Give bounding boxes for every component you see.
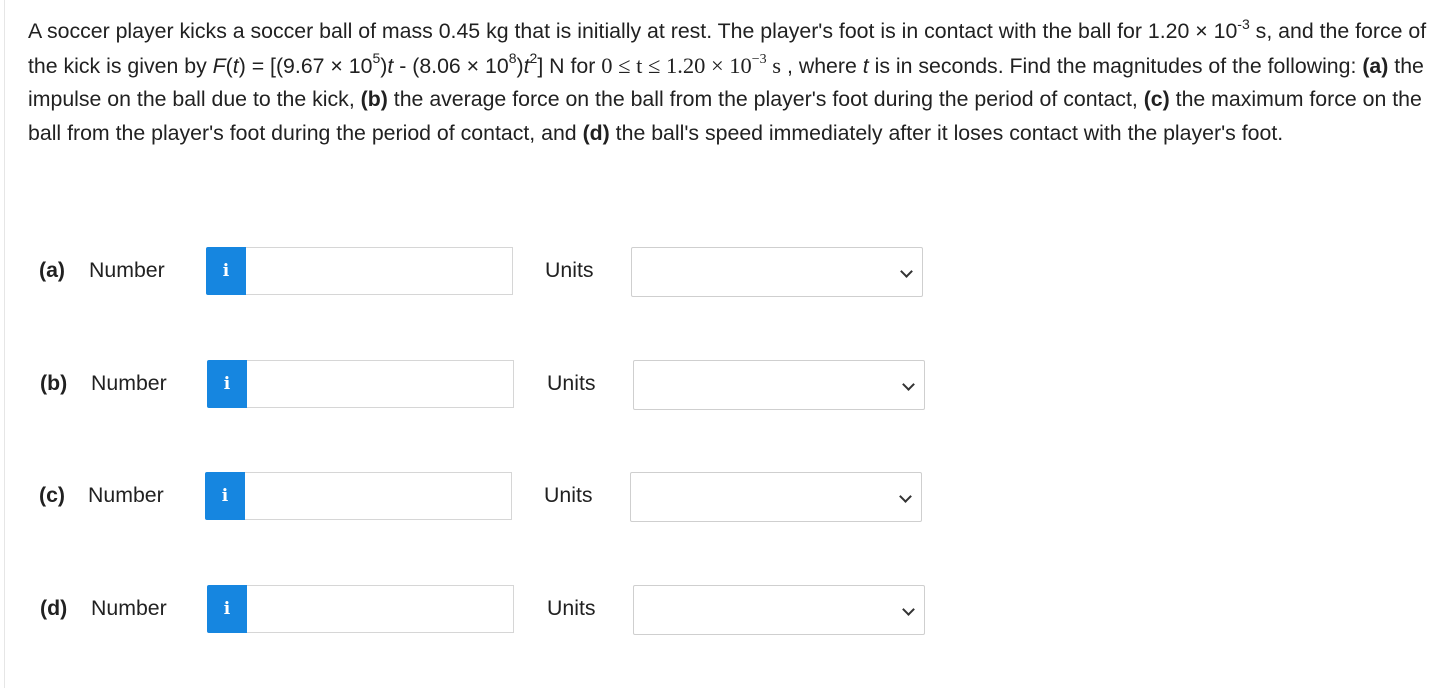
- number-label: Number: [88, 483, 164, 507]
- info-icon[interactable]: i: [207, 585, 247, 633]
- answer-row-b: (b) Number i Units: [0, 360, 940, 410]
- time-range-math: 0 ≤ t ≤ 1.20 × 10−3 s: [601, 52, 782, 78]
- info-icon[interactable]: i: [207, 360, 247, 408]
- number-label: Number: [89, 258, 165, 282]
- number-input[interactable]: [247, 360, 514, 408]
- number-label: Number: [91, 596, 167, 620]
- units-label: Units: [545, 258, 594, 282]
- question-text: A soccer player kicks a soccer ball of m…: [28, 15, 1427, 145]
- number-input[interactable]: [245, 472, 512, 520]
- question-page: A soccer player kicks a soccer ball of m…: [0, 0, 1450, 688]
- answer-row-d: (d) Number i Units: [0, 585, 940, 635]
- units-dropdown[interactable]: [633, 360, 925, 410]
- units-label: Units: [547, 371, 596, 395]
- info-icon[interactable]: i: [205, 472, 245, 520]
- part-label: (b): [40, 371, 68, 395]
- answer-row-c: (c) Number i Units: [0, 472, 940, 522]
- units-dropdown[interactable]: [631, 247, 923, 297]
- units-label: Units: [544, 483, 593, 507]
- units-dropdown[interactable]: [630, 472, 922, 522]
- chevron-down-icon: [899, 490, 912, 503]
- chevron-down-icon: [902, 378, 915, 391]
- units-dropdown[interactable]: [633, 585, 925, 635]
- chevron-down-icon: [902, 603, 915, 616]
- chevron-down-icon: [900, 265, 913, 278]
- part-label: (d): [40, 596, 68, 620]
- part-label: (c): [39, 483, 66, 507]
- number-input[interactable]: [247, 585, 514, 633]
- number-label: Number: [91, 371, 167, 395]
- part-label: (a): [39, 258, 66, 282]
- number-input[interactable]: [246, 247, 513, 295]
- info-icon[interactable]: i: [206, 247, 246, 295]
- units-label: Units: [547, 596, 596, 620]
- answer-row-a: (a) Number i Units: [0, 247, 940, 297]
